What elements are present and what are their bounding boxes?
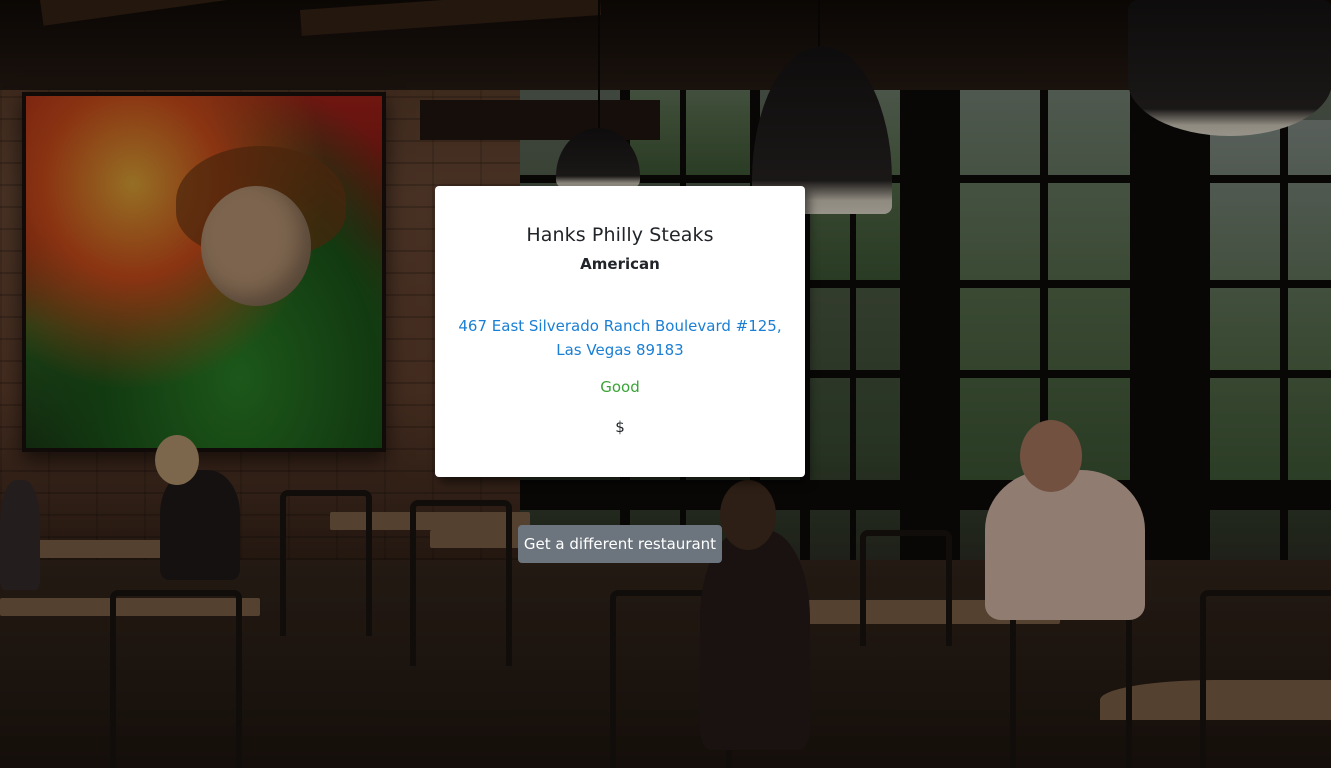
restaurant-rating: Good xyxy=(600,378,640,396)
restaurant-address-link[interactable]: 467 East Silverado Ranch Boulevard #125,… xyxy=(455,314,785,362)
restaurant-name: Hanks Philly Steaks xyxy=(526,224,714,246)
address-line-1: 467 East Silverado Ranch Boulevard #125, xyxy=(458,317,782,335)
restaurant-price: $ xyxy=(615,418,625,436)
restaurant-cuisine: American xyxy=(580,255,660,273)
page: Hanks Philly Steaks American 467 East Si… xyxy=(0,0,1331,768)
restaurant-card: Hanks Philly Steaks American 467 East Si… xyxy=(435,186,805,477)
get-different-restaurant-button[interactable]: Get a different restaurant xyxy=(518,525,722,563)
address-line-2: Las Vegas 89183 xyxy=(556,341,684,359)
